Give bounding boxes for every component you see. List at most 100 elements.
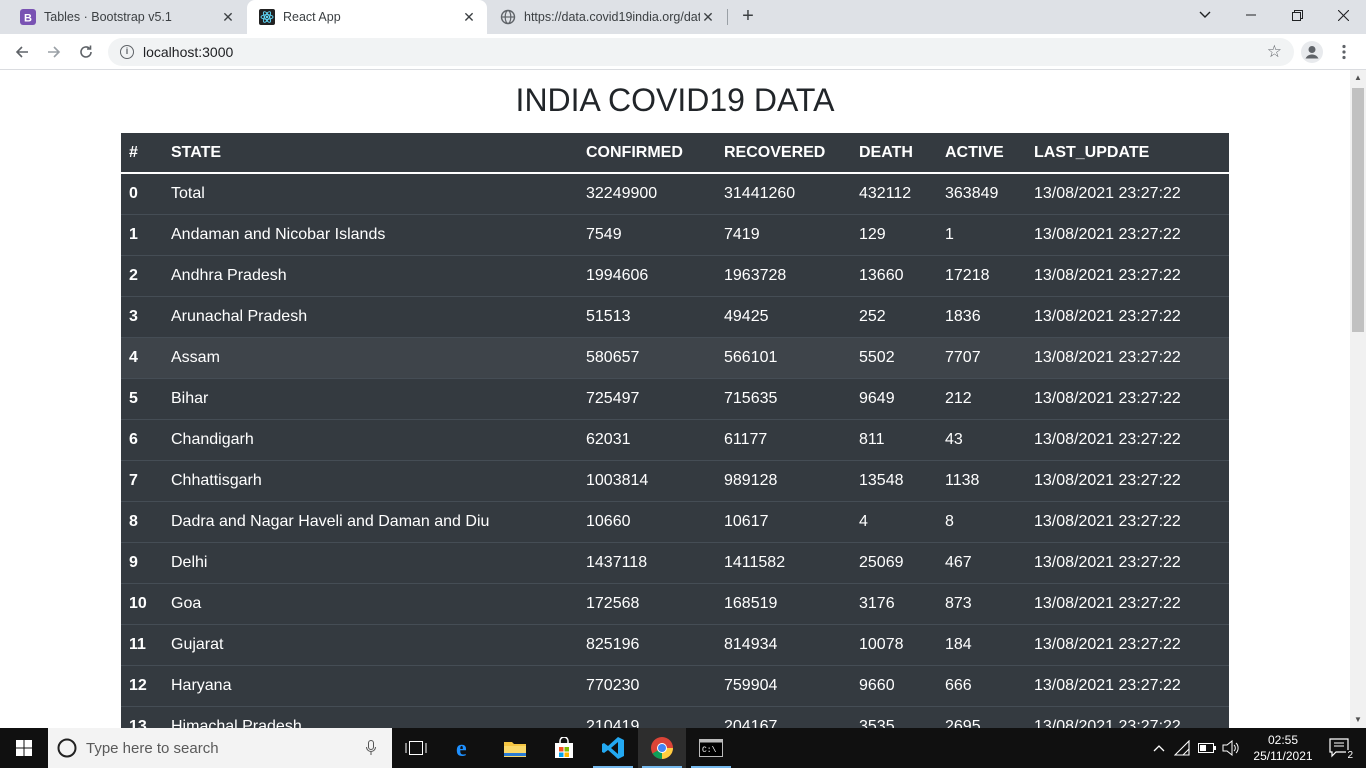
cell-recovered: 49425: [716, 295, 851, 337]
windows-taskbar: Type here to search e C:\ 02:55 25/11/20…: [0, 728, 1366, 768]
cell-active: 8: [937, 500, 1026, 542]
table-row: 11 Gujarat 825196 814934 10078 184 13/08/2021 …: [121, 623, 1229, 665]
profile-button[interactable]: [1298, 38, 1326, 66]
edge-taskbar-button[interactable]: e: [442, 728, 490, 768]
new-tab-button[interactable]: +: [736, 5, 760, 29]
cell-death: 13660: [851, 254, 937, 296]
cell-active: 1138: [937, 459, 1026, 501]
tab-covid-data[interactable]: https://data.covid19india.org/dat ✕: [488, 0, 726, 34]
cell-state: Total: [163, 172, 578, 214]
scroll-down-arrow-icon[interactable]: ▼: [1350, 712, 1366, 728]
cell-index: 1: [121, 213, 163, 255]
cell-recovered: 10617: [716, 500, 851, 542]
cell-last-update: 13/08/2021 23:27:22: [1026, 500, 1229, 542]
url-text: localhost:3000: [143, 44, 234, 60]
info-icon[interactable]: i: [120, 45, 134, 59]
back-button[interactable]: [8, 38, 36, 66]
page-scrollbar[interactable]: ▲ ▼: [1350, 70, 1366, 728]
action-center-button[interactable]: 2: [1320, 728, 1360, 768]
cell-state: Dadra and Nagar Haveli and Daman and Diu: [163, 500, 578, 542]
column-header-active: ACTIVE: [937, 133, 1026, 174]
terminal-icon: C:\: [699, 739, 723, 757]
cell-state: Assam: [163, 336, 578, 378]
arrow-left-icon: [15, 46, 28, 58]
column-header-state: STATE: [163, 133, 578, 174]
clock-date: 25/11/2021: [1253, 749, 1313, 763]
terminal-taskbar-button[interactable]: C:\: [687, 728, 735, 768]
cell-death: 432112: [851, 172, 937, 214]
column-header-death: DEATH: [851, 133, 937, 174]
vscode-taskbar-button[interactable]: [589, 728, 637, 768]
cell-last-update: 13/08/2021 23:27:22: [1026, 377, 1229, 419]
cortana-circle-icon: [57, 738, 77, 758]
cell-index: 11: [121, 623, 163, 665]
close-icon: [1337, 9, 1349, 21]
chrome-taskbar-button[interactable]: [638, 728, 686, 768]
restore-icon: [1291, 9, 1303, 21]
cell-last-update: 13/08/2021 23:27:22: [1026, 459, 1229, 501]
volume-control[interactable]: [1220, 728, 1242, 768]
cell-death: 10078: [851, 623, 937, 665]
close-window-button[interactable]: [1320, 0, 1366, 30]
forward-button[interactable]: [40, 38, 68, 66]
microphone-icon: [366, 740, 376, 755]
close-tab-icon[interactable]: ✕: [220, 9, 236, 25]
store-taskbar-button[interactable]: [540, 728, 588, 768]
tab-react-app[interactable]: React App ✕: [247, 0, 487, 34]
covid-data-table: # STATE CONFIRMED RECOVERED DEATH ACTIVE…: [121, 133, 1229, 728]
cell-last-update: 13/08/2021 23:27:22: [1026, 418, 1229, 460]
cell-confirmed: 172568: [578, 582, 716, 624]
task-view-button[interactable]: [392, 728, 440, 768]
bookmark-star-icon[interactable]: ☆: [1267, 42, 1282, 62]
column-header-index: #: [121, 133, 163, 174]
cell-death: 9649: [851, 377, 937, 419]
minimize-button[interactable]: [1228, 0, 1274, 30]
taskbar-clock[interactable]: 02:55 25/11/2021: [1248, 732, 1318, 764]
folder-icon: [504, 742, 526, 757]
tab-bootstrap[interactable]: B Tables · Bootstrap v5.1 ✕: [8, 0, 246, 34]
menu-button[interactable]: [1330, 38, 1358, 66]
taskbar-search-box[interactable]: Type here to search: [48, 728, 392, 768]
cell-last-update: 13/08/2021 23:27:22: [1026, 582, 1229, 624]
cell-state: Chandigarh: [163, 418, 578, 460]
clock-time: 02:55: [1267, 733, 1299, 747]
cell-confirmed: 1003814: [578, 459, 716, 501]
file-explorer-taskbar-button[interactable]: [491, 728, 539, 768]
notification-count-badge: 2: [1346, 750, 1354, 762]
scroll-up-arrow-icon[interactable]: ▲: [1350, 70, 1366, 86]
cell-active: 43: [937, 418, 1026, 460]
cell-confirmed: 580657: [578, 336, 716, 378]
svg-text:B: B: [24, 13, 32, 25]
restore-button[interactable]: [1274, 0, 1320, 30]
table-row: 0 Total 32249900 31441260 432112 363849 13/08/…: [121, 172, 1229, 214]
svg-text:C:\: C:\: [702, 746, 717, 755]
network-status[interactable]: [1172, 728, 1194, 768]
battery-status[interactable]: [1196, 728, 1218, 768]
cell-recovered: 168519: [716, 582, 851, 624]
start-button[interactable]: [0, 728, 48, 768]
close-tab-icon[interactable]: ✕: [461, 9, 477, 25]
chevron-down-icon: [1199, 11, 1211, 18]
cell-confirmed: 32249900: [578, 172, 716, 214]
close-tab-icon[interactable]: ✕: [700, 9, 716, 25]
cell-state: Haryana: [163, 664, 578, 706]
scrollbar-thumb[interactable]: [1352, 88, 1364, 332]
reload-icon: [80, 45, 92, 58]
tab-search-button[interactable]: [1182, 0, 1228, 30]
cell-recovered: 759904: [716, 664, 851, 706]
address-bar[interactable]: i localhost:3000 ☆: [108, 38, 1294, 66]
cell-confirmed: 210419: [578, 705, 716, 728]
store-bag-icon: [555, 737, 573, 758]
react-icon: [259, 9, 275, 25]
windows-logo-icon: [16, 740, 32, 756]
table-row: 1 Andaman and Nicobar Islands 7549 7419 129 1…: [121, 213, 1229, 255]
cell-last-update: 13/08/2021 23:27:22: [1026, 213, 1229, 255]
cell-active: 1836: [937, 295, 1026, 337]
search-placeholder: Type here to search: [86, 739, 219, 757]
cell-index: 2: [121, 254, 163, 296]
show-hidden-icons-button[interactable]: [1150, 728, 1168, 768]
avatar-icon: [1301, 41, 1323, 63]
table-row: 13 Himachal Pradesh 210419 204167 3535 2695 13…: [121, 705, 1229, 728]
cell-index: 10: [121, 582, 163, 624]
reload-button[interactable]: [72, 38, 100, 66]
